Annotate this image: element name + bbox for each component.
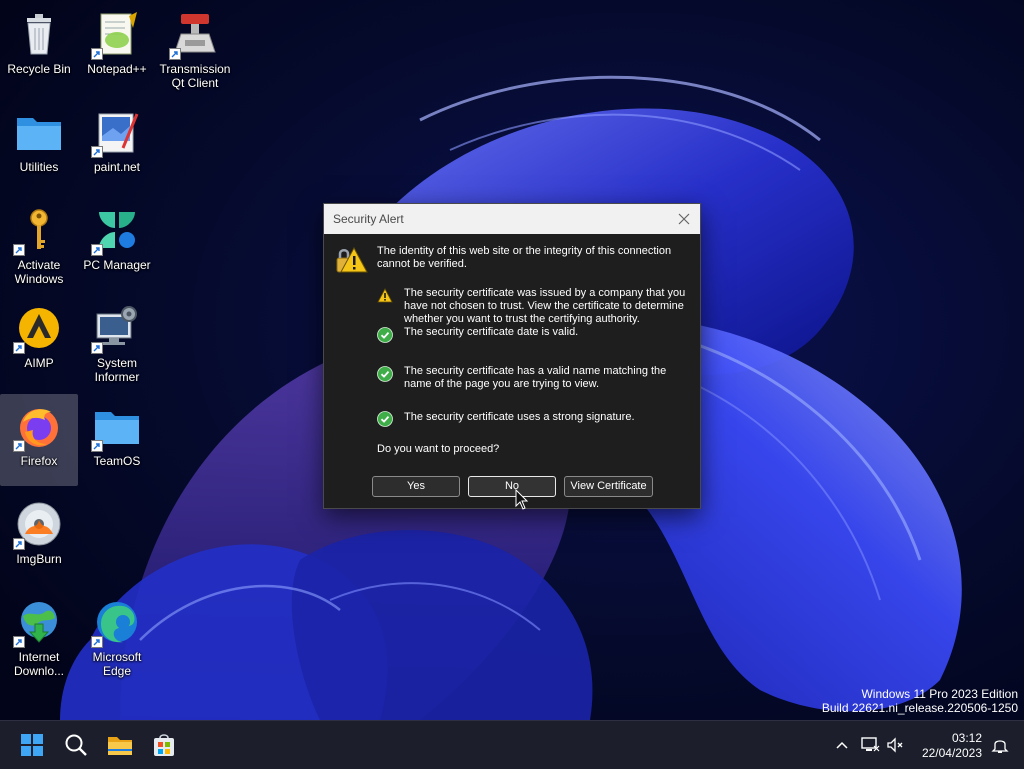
recycle-bin-icon [15,10,63,58]
dialog-item-text: The security certificate has a valid nam… [404,365,667,390]
windows-edition-watermark: Windows 11 Pro 2023 Edition Build 22621.… [822,687,1018,715]
desktop-icon-label: System Informer [94,356,140,384]
shortcut-arrow-icon [91,342,103,354]
dialog-title: Security Alert [333,212,404,226]
no-button[interactable]: No [468,476,556,497]
desktop-icon-notepadpp[interactable]: Notepad++ [78,2,156,94]
show-hidden-icons-button[interactable] [832,735,852,755]
search-icon [65,734,87,756]
check-icon [377,411,393,427]
desktop-icon-paintnet[interactable]: paint.net [78,100,156,192]
shortcut-arrow-icon [91,244,103,256]
desktop-icon-pc-manager[interactable]: PC Manager [78,198,156,290]
shortcut-arrow-icon [91,636,103,648]
shortcut-arrow-icon [13,440,25,452]
system-informer-icon [91,304,141,354]
desktop-icon-firefox[interactable]: Firefox [0,394,78,486]
desktop-icon-aimp[interactable]: AIMP [0,296,78,388]
shortcut-arrow-icon [169,48,181,60]
desktop-icon-teamos[interactable]: TeamOS [78,394,156,486]
windows-logo-icon [21,734,43,756]
desktop-icon-label: Firefox [20,454,58,468]
notifications-button[interactable] [990,735,1010,755]
desktop-icon-microsoft-edge[interactable]: Microsoft Edge [78,590,156,682]
notification-bell-icon [991,740,1009,753]
edge-icon [91,598,141,648]
store-icon [154,734,174,756]
shortcut-arrow-icon [91,440,103,452]
close-icon [678,213,690,225]
dialog-title-bar[interactable]: Security Alert [324,204,700,234]
desktop-icon-activate-windows[interactable]: Activate Windows [0,198,78,290]
desktop-icon-label: Utilities [19,160,59,174]
desktop-icon-label: PC Manager [83,258,151,272]
shortcut-arrow-icon [91,48,103,60]
microsoft-store-button[interactable] [146,727,182,763]
taskbar-clock[interactable]: 03:12 22/04/2023 [922,731,982,761]
desktop-icon-utilities[interactable]: Utilities [0,100,78,192]
desktop-icon-recycle-bin[interactable]: Recycle Bin [0,2,78,94]
transmission-icon [169,10,219,60]
desktop-icon-transmission[interactable]: Transmission Qt Client [156,2,234,94]
aimp-icon [13,304,63,354]
security-lock-warning-icon [334,244,368,278]
shortcut-arrow-icon [91,146,103,158]
network-button[interactable] [860,735,880,755]
notepadpp-icon [91,10,141,60]
check-icon [377,327,393,343]
desktop-icon-label: Internet Downlo... [13,650,65,678]
dialog-item-text: The security certificate was issued by a… [404,287,686,325]
mouse-cursor-icon [515,488,531,511]
desktop-icon-internet-download-manager[interactable]: Internet Downlo... [0,590,78,682]
volume-button[interactable] [885,735,905,755]
globe-download-icon [13,598,63,648]
dialog-item-text: The security certificate date is valid. [404,326,579,338]
folder-icon [91,402,141,452]
desktop-icon-system-informer[interactable]: System Informer [78,296,156,388]
desktop-icon-label: Transmission Qt Client [159,62,231,90]
watermark-edition: Windows 11 Pro 2023 Edition [861,687,1018,701]
folder-icon [15,108,63,156]
dialog-intro-text: The identity of this web site or the int… [377,245,672,270]
desktop-icon-label: Activate Windows [14,258,64,286]
file-explorer-icon [108,737,132,755]
desktop-icon-label: ImgBurn [16,552,62,566]
desktop-icon-label: Microsoft Edge [92,650,142,678]
dialog-question: Do you want to proceed? [377,443,500,455]
desktop-icon-label: Notepad++ [87,62,147,76]
shortcut-arrow-icon [13,342,25,354]
check-icon [377,366,393,382]
desktop-icon-label: paint.net [93,160,141,174]
volume-muted-icon [887,737,903,753]
chevron-up-icon [836,741,848,749]
imgburn-disc-icon [13,500,63,550]
start-button[interactable] [14,727,50,763]
clock-date: 22/04/2023 [921,746,982,760]
pc-manager-icon [91,206,141,256]
dialog-close-button[interactable] [674,209,694,229]
desktop-icon-label: TeamOS [93,454,141,468]
key-icon [13,206,63,256]
desktop-icon-label: Recycle Bin [7,62,71,76]
desktop-icon-imgburn[interactable]: ImgBurn [0,492,78,584]
firefox-icon [13,402,63,452]
security-alert-dialog: Security Alert The identity of this web … [323,203,701,509]
shortcut-arrow-icon [13,244,25,256]
view-certificate-button[interactable]: View Certificate [564,476,653,497]
shortcut-arrow-icon [13,538,25,550]
dialog-item-text: The security certificate uses a strong s… [404,411,635,423]
desktop-icon-label: AIMP [24,356,54,370]
watermark-build: Build 22621.ni_release.220506-1250 [821,701,1018,715]
shortcut-arrow-icon [13,636,25,648]
network-icon [861,737,880,752]
file-explorer-button[interactable] [102,727,138,763]
warning-icon [377,288,393,304]
taskbar: 03:12 22/04/2023 [0,720,1024,769]
paintnet-icon [91,108,141,158]
yes-button[interactable]: Yes [372,476,460,497]
search-button[interactable] [58,727,94,763]
clock-time: 03:12 [951,731,982,745]
